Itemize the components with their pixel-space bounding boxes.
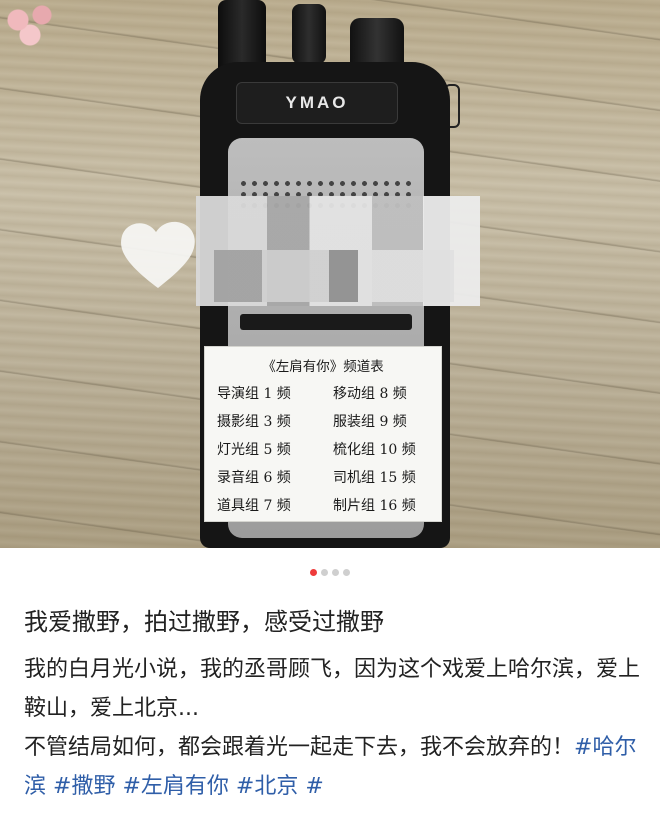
carousel-dot[interactable] [332,569,339,576]
hashtag-link[interactable]: #左肩有你 [122,774,228,799]
channel-entry: 摄影组 3 频 [217,414,291,430]
brand-plate: YMAO [236,82,398,124]
channel-entry: 导演组 1 频 [217,386,291,402]
channel-entry: 录音组 6 频 [217,470,291,486]
channel-entry: 灯光组 5 频 [217,442,291,458]
channel-entry: 司机组 15 频 [333,470,416,486]
carousel-indicator[interactable] [0,562,660,576]
carousel-dot[interactable] [343,569,350,576]
channel-entry: 梳化组 10 频 [333,442,416,458]
channel-entry: 制片组 16 频 [333,498,416,514]
hashtag-link[interactable]: #撒野 [53,774,115,799]
channel-entry: 移动组 8 频 [333,386,407,402]
channel-entry: 道具组 7 频 [217,498,291,514]
post-title: 我爱撒野，拍过撒野，感受过撒野 [24,608,384,636]
hashtag-link[interactable]: # [305,774,323,799]
radio-knob [292,4,326,64]
mosaic-blur-lower [214,250,454,302]
carousel-dot[interactable] [321,569,328,576]
post-photo[interactable]: YMAO 《左肩有你》频道表 导演组 1 频 移动组 8 频 摄影组 3 频 服… [0,0,660,548]
post-text-with-tags: 不管结局如何，都会跟着光一起走下去，我不会放弃的！#哈尔滨 #撒野 #左肩有你 … [24,728,644,806]
brand-logo: YMAO [285,93,349,112]
post-text: 我的白月光小说，我的丞哥顾飞，因为这个戏爱上哈尔滨，爱上鞍山，爱上北京... [24,657,641,721]
hashtag-link[interactable]: #北京 [236,774,298,799]
channel-entry: 服装组 9 频 [333,414,407,430]
carousel-dot-active[interactable] [310,569,317,576]
heart-icon [121,221,195,288]
channel-table-sticker: 《左肩有你》频道表 导演组 1 频 移动组 8 频 摄影组 3 频 服装组 9 … [204,346,442,522]
flower-decoration [0,0,60,50]
post-text: 不管结局如何，都会跟着光一起走下去，我不会放弃的！ [24,735,575,760]
channel-table-title: 《左肩有你》频道表 [262,359,384,375]
post-body: 我的白月光小说，我的丞哥顾飞，因为这个戏爱上哈尔滨，爱上鞍山，爱上北京... 不… [24,650,644,806]
mic-slot [240,314,412,330]
